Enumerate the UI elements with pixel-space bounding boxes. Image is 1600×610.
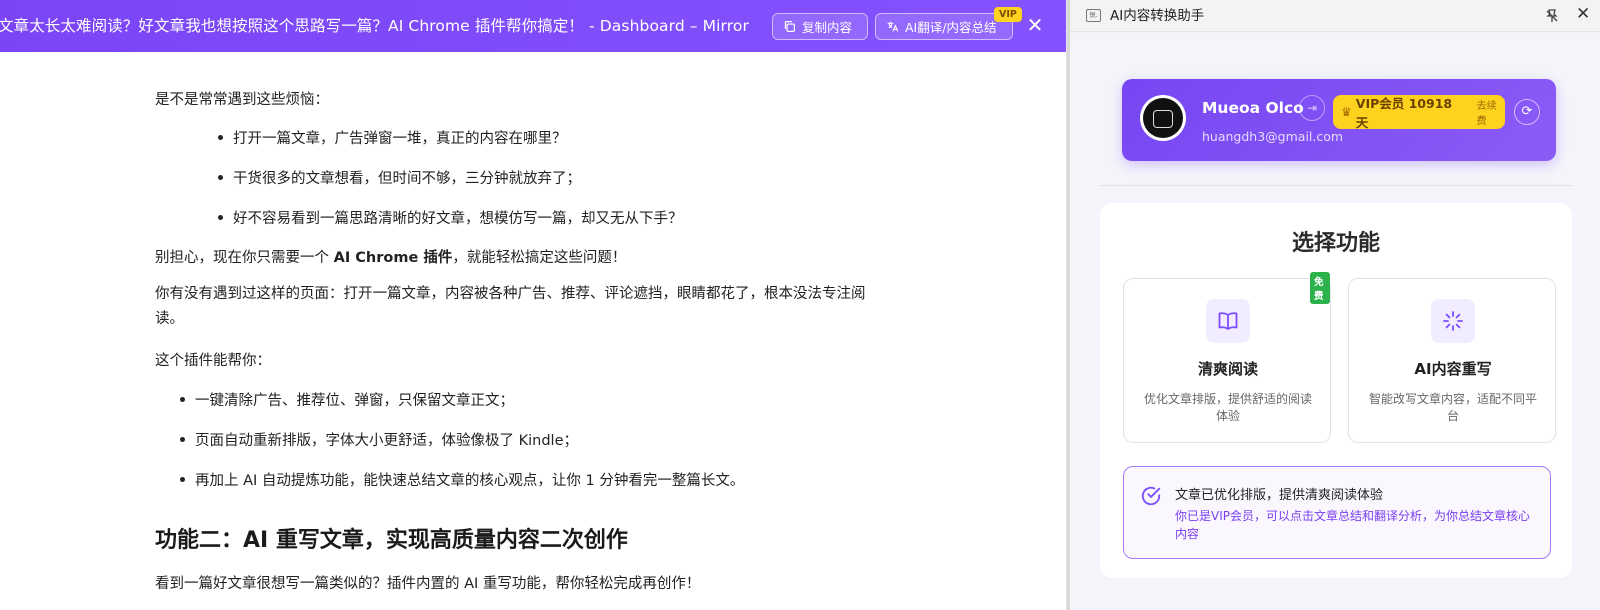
vip-membership-pill[interactable]: ♛ VIP会员 10918天 去续费 bbox=[1333, 95, 1505, 130]
logout-icon[interactable]: ⇥ bbox=[1299, 95, 1325, 121]
copy-content-label: 复制内容 bbox=[802, 20, 853, 35]
ai-rewrite-desc: 智能改写文章内容，适配不同平台 bbox=[1369, 392, 1538, 423]
list-item: 打开一篇文章，广告弹窗一堆，真正的内容在哪里？ bbox=[218, 127, 567, 148]
ai-rewrite-card[interactable]: AI内容重写 智能改写文章内容，适配不同平台 bbox=[1348, 278, 1556, 443]
vip-tag: VIP bbox=[994, 7, 1022, 22]
pin-icon[interactable] bbox=[1544, 8, 1560, 24]
reader-pane: 文章太长太难阅读？好文章我也想按照这个思路写一篇？AI Chrome 插件帮你搞… bbox=[0, 0, 1067, 610]
user-name: Mueoa Olco bbox=[1202, 99, 1304, 117]
clean-reading-card[interactable]: 免费 清爽阅读 优化文章排版，提供舒适的阅读体验 bbox=[1123, 272, 1331, 443]
panel-body: Mueoa Olco huangdh3@gmail.com ⇥ ♛ VIP会员 … bbox=[1070, 33, 1600, 610]
list-item: 页面自动重新排版，字体大小更舒适，体验像极了 Kindle； bbox=[180, 429, 578, 450]
check-circle-icon bbox=[1141, 486, 1161, 506]
close-reader-button[interactable]: ✕ bbox=[1025, 15, 1045, 35]
section-heading: 功能二：AI 重写文章，实现高质量内容二次创作 bbox=[155, 528, 628, 553]
list-item: 一键清除广告、推荐位、弹窗，只保留文章正文； bbox=[180, 389, 514, 410]
reader-topbar: 文章太长太难阅读？好文章我也想按照这个思路写一篇？AI Chrome 插件帮你搞… bbox=[0, 0, 1066, 52]
assistant-panel: 锐. AI内容转换助手 ✕ Mueoa Olco huangdh3@gmail.… bbox=[1070, 0, 1600, 610]
status-title: 文章已优化排版，提供清爽阅读体验 bbox=[1175, 488, 1384, 503]
ai-rewrite-title: AI内容重写 bbox=[1414, 360, 1492, 378]
status-message: 文章已优化排版，提供清爽阅读体验 你已是VIP会员，可以点击文章总结和翻译分析，… bbox=[1123, 466, 1551, 559]
function-section-title: 选择功能 bbox=[1291, 231, 1380, 256]
renew-link[interactable]: 去续费 bbox=[1477, 97, 1505, 127]
vip-days-label: VIP会员 10918天 bbox=[1355, 96, 1453, 130]
app-logo-icon: 锐. bbox=[1086, 9, 1101, 22]
clean-reading-title: 清爽阅读 bbox=[1197, 360, 1258, 378]
function-selector: 选择功能 免费 清爽阅读 优化文章排版，提供舒适的阅读体验 AI内容重写 智能改… bbox=[1100, 203, 1572, 578]
status-description: 你已是VIP会员，可以点击文章总结和翻译分析，为你总结文章核心内容 bbox=[1175, 509, 1530, 541]
article-paragraph: 是不是常常遇到这些烦恼： bbox=[155, 92, 329, 108]
list-item: 好不容易看到一篇思路清晰的好文章，想模仿写一篇，却又无从下手？ bbox=[218, 207, 683, 228]
crown-icon: ♛ bbox=[1341, 105, 1352, 119]
book-icon bbox=[1206, 299, 1250, 343]
ai-translate-summary-button[interactable]: AI翻译/内容总结 bbox=[875, 13, 1013, 40]
divider bbox=[1100, 185, 1572, 186]
close-panel-button[interactable]: ✕ bbox=[1576, 4, 1590, 24]
loading-icon bbox=[1431, 299, 1475, 343]
panel-title: AI内容转换助手 bbox=[1110, 8, 1205, 24]
list-item: 再加上 AI 自动提炼功能，能快速总结文章的核心观点，让你 1 分钟看完一整篇长… bbox=[179, 469, 744, 490]
page-title: 文章太长太难阅读？好文章我也想按照这个思路写一篇？AI Chrome 插件帮你搞… bbox=[0, 17, 749, 35]
article-paragraph: 你有没有遇到过这样的页面：打开一篇文章，内容被各种广告、推荐、评论遮挡，眼睛都花… bbox=[155, 286, 866, 327]
user-email: huangdh3@gmail.com bbox=[1202, 129, 1344, 144]
copy-icon bbox=[784, 21, 795, 32]
panel-header: 锐. AI内容转换助手 ✕ bbox=[1070, 0, 1600, 32]
article-paragraph: 别担心，现在你只需要一个 AI Chrome 插件，就能轻松搞定这些问题！ bbox=[155, 250, 627, 266]
clean-reading-desc: 优化文章排版，提供舒适的阅读体验 bbox=[1144, 392, 1313, 423]
article-paragraph: 这个插件能帮你： bbox=[155, 353, 271, 369]
copy-content-button[interactable]: 复制内容 bbox=[772, 13, 868, 40]
highlight-text: AI Chrome 插件 bbox=[333, 250, 453, 266]
article-paragraph: 看到一篇好文章很想写一篇类似的？插件内置的 AI 重写功能，帮你轻松完成再创作！ bbox=[155, 576, 701, 592]
list-item: 干货很多的文章想看，但时间不够，三分钟就放弃了； bbox=[218, 167, 581, 188]
user-card: Mueoa Olco huangdh3@gmail.com ⇥ ♛ VIP会员 … bbox=[1122, 79, 1556, 161]
translate-icon bbox=[887, 21, 899, 32]
ai-translate-summary-label: AI翻译/内容总结 bbox=[905, 20, 997, 35]
free-badge: 免费 bbox=[1310, 272, 1330, 304]
refresh-icon[interactable]: ⟳ bbox=[1514, 99, 1540, 125]
avatar bbox=[1140, 95, 1186, 141]
